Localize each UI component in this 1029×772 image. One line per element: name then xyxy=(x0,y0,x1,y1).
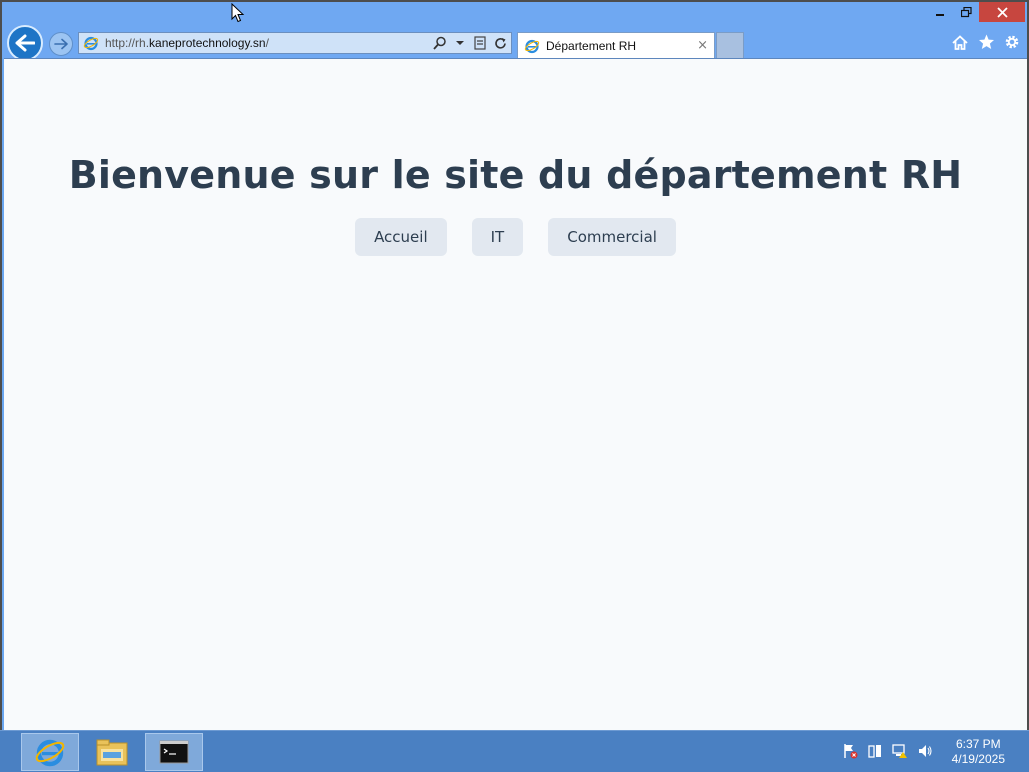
refresh-icon xyxy=(494,37,506,49)
nav-accueil-button[interactable]: Accueil xyxy=(355,218,447,256)
url-suffix: / xyxy=(265,36,269,50)
system-clock[interactable]: 6:37 PM 4/19/2025 xyxy=(952,737,1005,767)
title-bar: http://rh.kaneprotechnology.sn/ Départem… xyxy=(2,2,1027,61)
gear-icon xyxy=(1005,35,1019,49)
restore-icon xyxy=(960,6,972,17)
mouse-cursor-icon xyxy=(231,3,245,23)
back-button[interactable] xyxy=(7,25,43,61)
page-title: Bienvenue sur le site du département RH xyxy=(68,153,963,197)
site-navigation: Accueil IT Commercial xyxy=(4,218,1027,256)
minimize-icon xyxy=(936,14,944,16)
url-text: http://rh.kaneprotechnology.sn/ xyxy=(105,36,269,50)
refresh-button[interactable] xyxy=(493,35,507,51)
close-window-button[interactable] xyxy=(979,2,1025,22)
speaker-icon xyxy=(918,745,932,757)
network-button[interactable] xyxy=(891,743,908,759)
url-prefix: http://rh. xyxy=(105,36,150,50)
tab-close-button[interactable]: × xyxy=(697,38,708,53)
url-domain: kaneprotechnology.sn xyxy=(149,36,266,50)
compatibility-view-button[interactable] xyxy=(473,35,487,51)
star-icon xyxy=(978,34,994,49)
nav-it-button[interactable]: IT xyxy=(471,218,524,256)
home-button[interactable] xyxy=(951,33,969,51)
folder-icon xyxy=(96,739,128,766)
clock-time: 6:37 PM xyxy=(955,737,1001,751)
favorites-button[interactable] xyxy=(977,33,995,51)
settings-button[interactable] xyxy=(1003,33,1021,51)
address-bar[interactable]: http://rh.kaneprotechnology.sn/ xyxy=(78,32,512,54)
search-icon xyxy=(433,36,446,50)
taskbar-internet-explorer[interactable] xyxy=(21,733,79,771)
volume-button[interactable] xyxy=(916,743,933,759)
compatibility-view-icon xyxy=(474,36,486,50)
window-controls xyxy=(927,2,1025,22)
search-button[interactable] xyxy=(433,35,447,51)
taskbar-file-explorer[interactable] xyxy=(83,733,141,771)
close-icon xyxy=(996,6,1008,18)
clock-date: 4/19/2025 xyxy=(951,752,1005,766)
search-dropdown[interactable] xyxy=(453,35,467,51)
taskbar-command-prompt[interactable] xyxy=(145,733,203,771)
forward-button[interactable] xyxy=(49,32,73,56)
arrow-right-icon xyxy=(54,38,68,50)
power-plug-icon xyxy=(867,745,881,758)
nav-commercial-button[interactable]: Commercial xyxy=(548,218,676,256)
network-warning-icon xyxy=(891,744,907,758)
browser-window: http://rh.kaneprotechnology.sn/ Départem… xyxy=(0,0,1029,732)
command-prompt-icon xyxy=(159,740,189,764)
system-tray xyxy=(841,743,933,759)
tab-departement-rh[interactable]: Département RH × xyxy=(517,32,715,58)
arrow-left-icon xyxy=(15,34,35,52)
minimize-button[interactable] xyxy=(927,2,953,22)
internet-explorer-icon xyxy=(524,39,540,53)
internet-explorer-icon xyxy=(83,36,99,51)
home-icon xyxy=(952,34,968,50)
address-tools xyxy=(433,35,507,51)
restore-button[interactable] xyxy=(953,2,979,22)
page-content: Bienvenue sur le site du département RH … xyxy=(4,58,1027,732)
tab-title: Département RH xyxy=(546,38,637,53)
internet-explorer-icon xyxy=(35,739,65,767)
taskbar: 6:37 PM 4/19/2025 xyxy=(0,730,1029,772)
new-tab-button[interactable] xyxy=(716,32,744,58)
action-center-button[interactable] xyxy=(841,743,858,759)
browser-toolbar xyxy=(951,33,1021,51)
power-button[interactable] xyxy=(866,743,883,759)
chevron-down-icon xyxy=(456,41,464,45)
flag-warning-icon xyxy=(843,744,857,759)
